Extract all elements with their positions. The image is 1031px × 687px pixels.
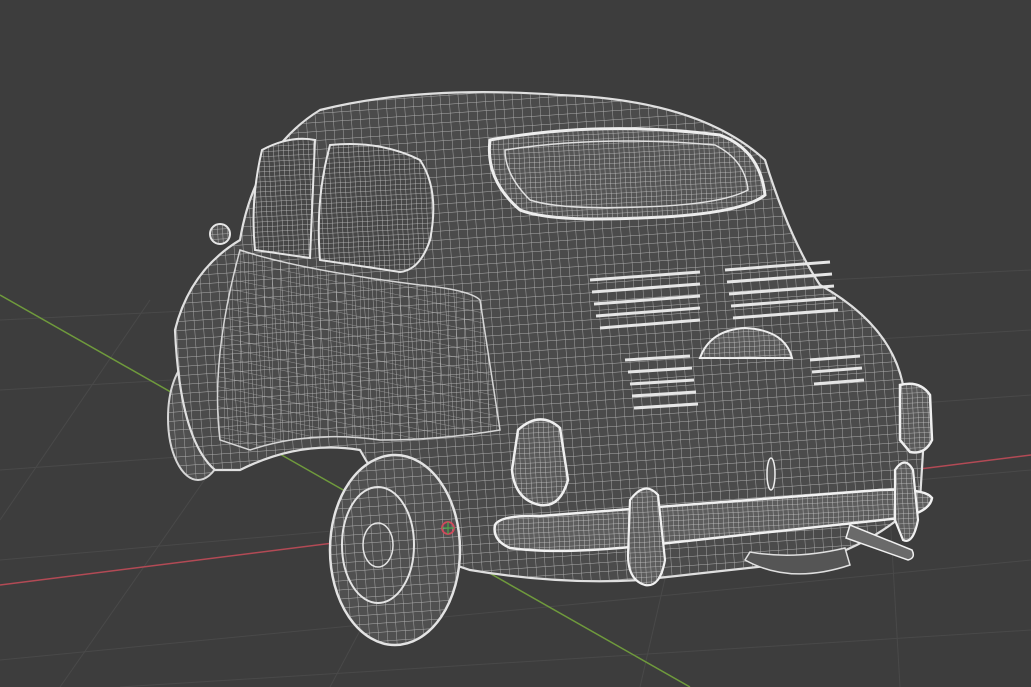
3d-viewport[interactable]	[0, 0, 1031, 687]
object-origin-marker[interactable]	[441, 521, 455, 535]
car-mesh[interactable]	[167, 91, 934, 647]
rear-badge	[766, 457, 776, 491]
